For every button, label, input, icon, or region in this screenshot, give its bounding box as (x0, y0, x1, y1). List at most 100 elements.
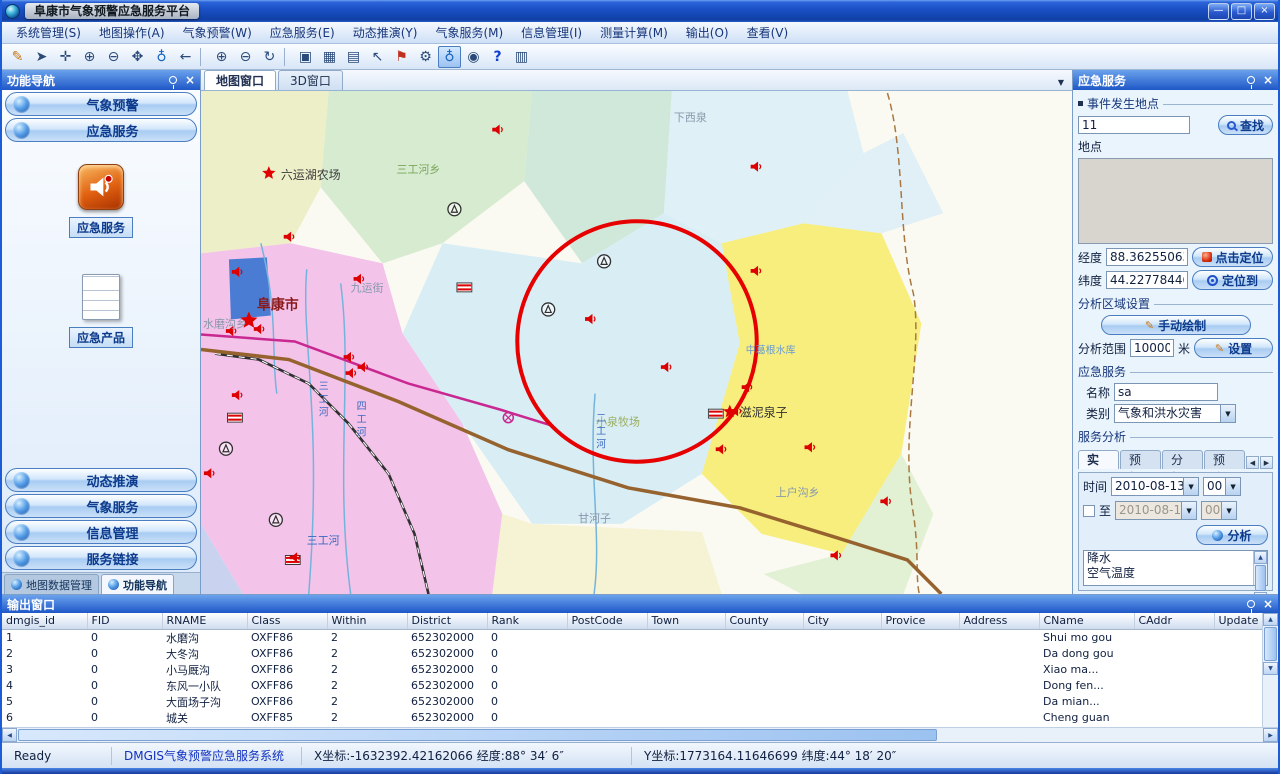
menu-item[interactable]: 动态推演(Y) (345, 22, 426, 43)
chevron-down-icon[interactable]: ▼ (1183, 478, 1198, 495)
range-input[interactable] (1130, 339, 1174, 357)
tab-list-dropdown-icon[interactable]: ▼ (1053, 74, 1069, 90)
minimize-button[interactable]: — (1208, 3, 1229, 20)
latitude-input[interactable] (1106, 271, 1188, 289)
nav-accordion-button[interactable]: 动态推演 (5, 468, 197, 492)
pointer-icon[interactable]: ↖ (366, 46, 389, 68)
close-icon[interactable]: × (1263, 598, 1273, 610)
column-header[interactable]: Rank (487, 613, 567, 629)
menu-item[interactable]: 测量计算(M) (592, 22, 676, 43)
table-row[interactable]: 40东风一小队OXFF8626523020000Dong fen... (2, 678, 1262, 694)
element-list-item[interactable]: 降水 (1084, 551, 1253, 566)
service-name-input[interactable] (1114, 383, 1218, 401)
tab-scroll-left-icon[interactable]: ◀ (1246, 456, 1259, 469)
menu-item[interactable]: 信息管理(I) (513, 22, 590, 43)
zoom-in-icon[interactable]: ⊕ (78, 46, 101, 68)
pin-icon[interactable] (1247, 76, 1255, 84)
nav-accordion-button[interactable]: 信息管理 (5, 520, 197, 544)
column-header[interactable]: Class (247, 613, 327, 629)
column-header[interactable]: Town (647, 613, 725, 629)
menu-item[interactable]: 地图操作(A) (91, 22, 173, 43)
station-marker[interactable] (542, 303, 555, 316)
scroll-left-icon[interactable]: ◀ (2, 728, 17, 742)
select-features-icon[interactable]: ✛ (54, 46, 77, 68)
help-icon[interactable]: ? (486, 46, 509, 68)
edit-pencil-icon[interactable]: ✎ (6, 46, 29, 68)
column-header[interactable]: Within (327, 613, 407, 629)
fixed-zoom-in-icon[interactable]: ⊕ (210, 46, 233, 68)
nav-accordion-button[interactable]: 服务链接 (5, 546, 197, 570)
flag-marker[interactable] (227, 413, 242, 422)
toolbar-separator[interactable] (284, 48, 291, 66)
manual-draw-button[interactable]: ✎手动绘制 (1101, 315, 1251, 335)
end-hour-select[interactable]: 00 ▼ (1201, 501, 1237, 520)
zoom-out-icon[interactable]: ⊖ (102, 46, 125, 68)
menu-item[interactable]: 输出(O) (678, 22, 737, 43)
flag-marker[interactable] (708, 409, 723, 418)
scroll-right-icon[interactable]: ▶ (1263, 728, 1278, 742)
column-header[interactable]: Update (1214, 613, 1262, 629)
nav-accordion-button[interactable]: 应急服务 (5, 118, 197, 142)
chevron-down-icon[interactable]: ▼ (1220, 405, 1235, 422)
select-arrow-icon[interactable]: ➤ (30, 46, 53, 68)
column-header[interactable]: dmgis_id (2, 613, 87, 629)
fixed-zoom-out-icon[interactable]: ⊖ (234, 46, 257, 68)
service-type-select[interactable]: 气象和洪水灾害 ▼ (1114, 404, 1236, 423)
tab-scroll-right-icon[interactable]: ▶ (1260, 456, 1273, 469)
pan-hand-icon[interactable]: ✥ (126, 46, 149, 68)
end-date-select[interactable]: 2010-08-13 ▼ (1115, 501, 1197, 520)
close-button[interactable]: × (1254, 3, 1275, 20)
place-list[interactable] (1078, 158, 1273, 244)
flag-marker[interactable] (457, 283, 472, 292)
chevron-down-icon[interactable]: ▼ (1225, 478, 1240, 495)
station-marker[interactable] (598, 255, 611, 268)
column-header[interactable]: RNAME (162, 613, 247, 629)
scroll-down-icon[interactable]: ▼ (1263, 662, 1278, 675)
column-header[interactable]: FID (87, 613, 162, 629)
to-checkbox[interactable] (1083, 505, 1095, 517)
pin-icon[interactable] (169, 76, 177, 84)
layers-icon[interactable]: ▦ (318, 46, 341, 68)
table-row[interactable]: 50大面场子沟OXFF8626523020000Da mian... (2, 694, 1262, 710)
list-scrollbar[interactable]: ▲ ▼ (1253, 551, 1267, 585)
station-marker[interactable] (269, 513, 282, 526)
table-row[interactable]: 30小马厩沟OXFF8626523020000Xiao ma... (2, 662, 1262, 678)
nav-accordion-button[interactable]: 气象预警 (5, 92, 197, 116)
export-image-icon[interactable]: ▥ (510, 46, 533, 68)
column-header[interactable]: CName (1039, 613, 1134, 629)
chevron-down-icon[interactable]: ▼ (1181, 502, 1196, 519)
nav-item-emergency-service[interactable]: 应急服务 (69, 164, 133, 238)
map-view-tab[interactable]: 3D窗口 (278, 70, 343, 90)
close-icon[interactable]: × (1263, 74, 1273, 86)
map-canvas[interactable]: 六运湖农场三工河乡下西泉九运街阜康市水磨沟乡中葛根水库滋泥泉子小泉牧场上户沟乡三… (201, 91, 1072, 594)
nav-bottom-tab[interactable]: 地图数据管理 (4, 574, 99, 594)
table-row[interactable]: 10水磨沟OXFF8626523020000Shui mo gou (2, 629, 1262, 646)
previous-extent-icon[interactable]: ← (174, 46, 197, 68)
analyze-button[interactable]: 分析 (1196, 525, 1268, 545)
range-set-button[interactable]: ✎设置 (1194, 338, 1273, 358)
print-icon[interactable]: ▤ (342, 46, 365, 68)
identify-icon[interactable]: ⚑ (390, 46, 413, 68)
element-list-item[interactable]: 空气温度 (1084, 566, 1253, 581)
eye-icon[interactable]: ◉ (462, 46, 485, 68)
column-header[interactable]: City (803, 613, 881, 629)
active-globe-icon[interactable]: ♁ (438, 46, 461, 68)
menu-item[interactable]: 系统管理(S) (8, 22, 89, 43)
service-analysis-tab[interactable]: 预案 (1204, 450, 1245, 469)
search-button[interactable]: 查找 (1218, 115, 1273, 135)
locate-to-button[interactable]: 定位到 (1192, 270, 1273, 290)
output-vertical-scrollbar[interactable]: ▲ ▼ (1262, 613, 1278, 727)
table-row[interactable]: 60城关OXFF8526523020000Cheng guan (2, 710, 1262, 726)
chevron-down-icon[interactable]: ▼ (1221, 502, 1236, 519)
column-header[interactable]: CAddr (1134, 613, 1214, 629)
hour-select[interactable]: 00 ▼ (1203, 477, 1241, 496)
station-marker[interactable] (219, 442, 232, 455)
nav-item-emergency-product[interactable]: 应急产品 (69, 274, 133, 348)
column-header[interactable]: District (407, 613, 487, 629)
nav-bottom-tab[interactable]: 功能导航 (101, 574, 174, 594)
menu-item[interactable]: 气象预警(W) (175, 22, 260, 43)
menu-item[interactable]: 应急服务(E) (262, 22, 343, 43)
settings-gear-icon[interactable]: ⚙ (414, 46, 437, 68)
refresh-icon[interactable]: ↻ (258, 46, 281, 68)
service-analysis-tab[interactable]: 实况 (1078, 450, 1119, 469)
